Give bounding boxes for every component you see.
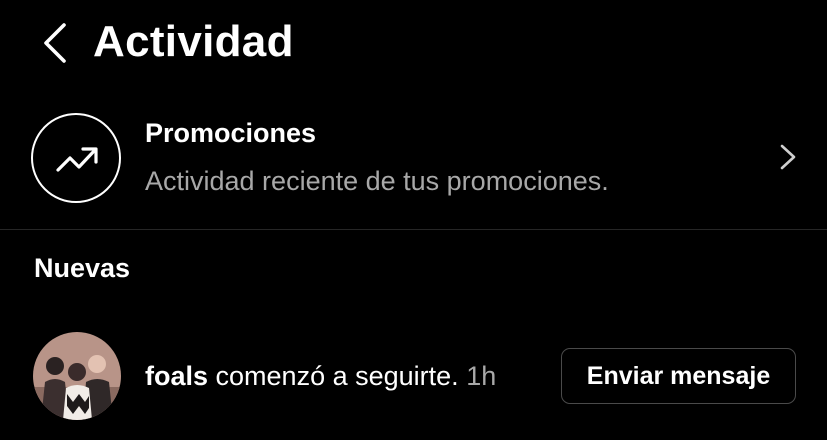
send-message-button[interactable]: Enviar mensaje [561, 348, 796, 404]
chevron-right-icon [780, 144, 796, 170]
header: Actividad [0, 0, 827, 90]
promotions-title: Promociones [145, 118, 317, 148]
activity-time: 1h [466, 361, 497, 391]
avatar-image [33, 332, 121, 420]
section-title-new: Nuevas [34, 253, 131, 283]
promotions-row[interactable]: Promociones Actividad reciente de tus pr… [0, 98, 827, 218]
activity-action: comenzó a seguirte. [208, 361, 459, 391]
back-button[interactable] [36, 22, 76, 64]
promotions-icon-circle [31, 113, 121, 203]
chevron-left-icon [44, 23, 66, 63]
activity-username[interactable]: foals [145, 361, 208, 391]
activity-text: foals comenzó a seguirte. 1h [145, 359, 496, 393]
divider [0, 229, 827, 230]
trending-up-icon [56, 147, 98, 172]
promotions-subtitle: Actividad reciente de tus promociones. [145, 166, 609, 196]
page-title: Actividad [93, 17, 294, 66]
avatar[interactable] [33, 332, 121, 420]
activity-item: foals comenzó a seguirte. 1h Enviar mens… [0, 330, 827, 426]
